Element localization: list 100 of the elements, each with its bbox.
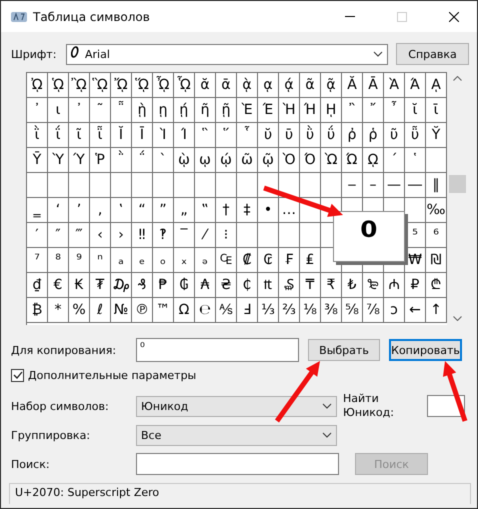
character-cell[interactable]: ₤ <box>300 248 321 273</box>
character-cell[interactable]: ῴ <box>216 148 237 173</box>
character-cell[interactable]: ῏ <box>384 98 405 123</box>
character-cell[interactable] <box>300 198 321 223</box>
copy-button[interactable]: Копировать <box>389 339 462 361</box>
character-cell[interactable]: – <box>363 173 384 198</box>
character-cell[interactable]: Ᾰ <box>342 73 363 98</box>
character-cell[interactable]: ῠ <box>258 123 279 148</box>
character-cell[interactable]: ₭ <box>69 273 90 298</box>
character-cell[interactable]: ⁷ <box>27 248 48 273</box>
character-cell[interactable] <box>300 223 321 248</box>
character-cell[interactable]: ⅞ <box>363 298 384 323</box>
character-cell[interactable]: ῒ <box>27 123 48 148</box>
character-cell[interactable]: ΐ <box>48 123 69 148</box>
character-cell[interactable] <box>27 173 48 198</box>
character-cell[interactable]: ₺ <box>342 273 363 298</box>
character-cell[interactable]: ᾫ <box>90 73 111 98</box>
character-cell[interactable]: ₻ <box>363 273 384 298</box>
character-cell[interactable]: ’ <box>69 198 90 223</box>
character-cell[interactable]: … <box>279 198 300 223</box>
character-cell[interactable] <box>279 173 300 198</box>
character-cell[interactable]: ‘ <box>48 198 69 223</box>
character-cell[interactable]: ῍ <box>342 98 363 123</box>
character-cell[interactable]: — <box>384 173 405 198</box>
character-cell[interactable]: ‹ <box>90 223 111 248</box>
character-cell[interactable]: Ὸ <box>279 148 300 173</box>
character-cell[interactable]: ΰ <box>321 123 342 148</box>
character-cell[interactable]: ₣ <box>279 248 300 273</box>
character-cell[interactable]: Ό <box>300 148 321 173</box>
character-cell[interactable]: ῳ <box>195 148 216 173</box>
character-cell[interactable]: ₢ <box>258 248 279 273</box>
character-cell[interactable]: ₿ <box>27 298 48 323</box>
character-cell[interactable]: ⅝ <box>342 298 363 323</box>
character-cell[interactable]: ῢ <box>300 123 321 148</box>
character-cell[interactable]: ⅔ <box>279 298 300 323</box>
help-button[interactable]: Справка <box>396 43 469 65</box>
character-cell[interactable]: ῗ <box>90 123 111 148</box>
character-cell[interactable]: ₲ <box>174 273 195 298</box>
character-cell[interactable]: Ⅎ <box>237 298 258 323</box>
character-cell[interactable]: ℓ <box>90 298 111 323</box>
character-cell[interactable]: Ῑ <box>132 123 153 148</box>
character-cell[interactable]: ⁿ <box>90 248 111 273</box>
character-cell[interactable]: ᾰ <box>195 73 216 98</box>
character-cell[interactable]: Ὺ <box>48 148 69 173</box>
select-button[interactable]: Выбрать <box>308 339 380 361</box>
character-cell[interactable]: ― <box>405 173 426 198</box>
character-cell[interactable]: ᾲ <box>237 73 258 98</box>
character-cell[interactable]: Ύ <box>69 148 90 173</box>
character-cell[interactable]: ₒ <box>153 248 174 273</box>
character-cell[interactable]: ″ <box>48 223 69 248</box>
character-cell[interactable]: ₯ <box>111 273 132 298</box>
character-cell[interactable]: ᾷ <box>321 73 342 98</box>
character-cell[interactable]: ´ <box>384 148 405 173</box>
character-cell[interactable]: Ᾱ <box>363 73 384 98</box>
character-cell[interactable]: ῶ <box>237 148 258 173</box>
character-cell[interactable]: • <box>258 198 279 223</box>
character-cell[interactable]: „ <box>174 198 195 223</box>
character-cell[interactable]: ₐ <box>111 248 132 273</box>
character-cell[interactable]: ₳ <box>195 273 216 298</box>
character-cell[interactable]: ῁ <box>111 98 132 123</box>
character-cell[interactable]: ⁄ <box>195 223 216 248</box>
character-cell[interactable]: Ὲ <box>237 98 258 123</box>
character-cell[interactable]: ῃ <box>153 98 174 123</box>
character-cell[interactable]: Ὼ <box>321 148 342 173</box>
character-cell[interactable] <box>48 173 69 198</box>
character-cell[interactable]: ῾ <box>405 148 426 173</box>
character-cell[interactable]: ⁹ <box>69 248 90 273</box>
character-cell[interactable]: № <box>111 298 132 323</box>
font-dropdown[interactable]: Arial <box>66 44 388 64</box>
character-cell[interactable]: Έ <box>258 98 279 123</box>
character-cell[interactable]: ῝ <box>195 123 216 148</box>
character-cell[interactable]: ᾱ <box>216 73 237 98</box>
character-cell[interactable]: ῡ <box>279 123 300 148</box>
character-cell[interactable]: ῖ <box>69 123 90 148</box>
character-cell[interactable] <box>111 173 132 198</box>
character-cell[interactable]: Ῡ <box>27 148 48 173</box>
character-cell[interactable]: Ὶ <box>153 123 174 148</box>
character-cell[interactable]: ‗ <box>27 198 48 223</box>
character-cell[interactable]: ῇ <box>216 98 237 123</box>
character-cell[interactable]: ₷ <box>279 273 300 298</box>
character-cell[interactable]: Ω <box>174 298 195 323</box>
character-cell[interactable]: ῂ <box>132 98 153 123</box>
character-cell[interactable]: ᾶ <box>300 73 321 98</box>
character-cell[interactable]: ᾽ <box>27 98 48 123</box>
character-cell[interactable]: ₸ <box>300 273 321 298</box>
character-cell[interactable]: ι <box>48 98 69 123</box>
character-cell[interactable] <box>153 173 174 198</box>
character-cell[interactable]: ᾯ <box>174 73 195 98</box>
copy-field[interactable]: ⁰ <box>136 338 299 362</box>
character-cell[interactable]: ‽ <box>153 223 174 248</box>
character-cell[interactable]: ῀ <box>90 98 111 123</box>
character-cell[interactable] <box>258 223 279 248</box>
character-cell[interactable] <box>69 173 90 198</box>
scroll-down-icon[interactable] <box>453 316 462 321</box>
character-cell[interactable]: ῄ <box>174 98 195 123</box>
character-cell[interactable]: ₹ <box>321 273 342 298</box>
close-icon[interactable] <box>449 12 459 22</box>
character-cell[interactable]: ₴ <box>216 273 237 298</box>
search-field[interactable] <box>136 453 339 475</box>
character-cell[interactable]: ῆ <box>195 98 216 123</box>
